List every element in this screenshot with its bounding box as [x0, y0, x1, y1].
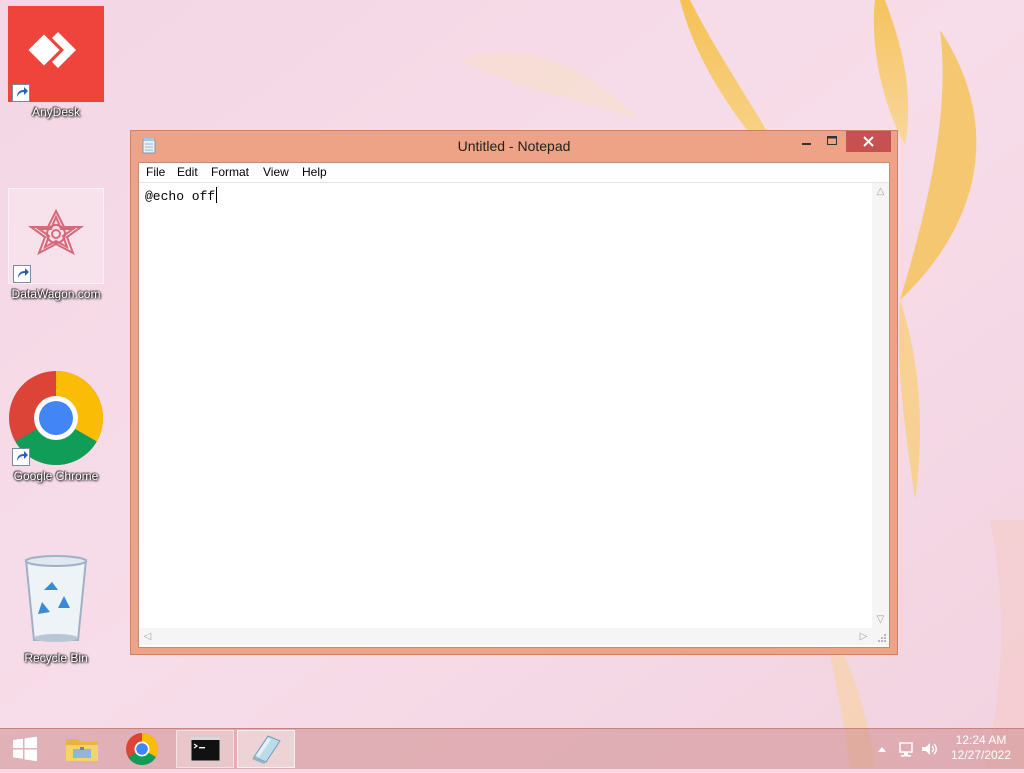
show-hidden-icons-button[interactable]	[876, 739, 888, 759]
shortcut-arrow-icon	[13, 265, 31, 283]
taskbar-command-prompt[interactable]	[176, 730, 234, 768]
menu-file[interactable]: File	[140, 163, 171, 182]
desktop-icon-datawagon[interactable]: DataWagon.com	[4, 188, 108, 301]
text-editor[interactable]: @echo off	[139, 183, 872, 628]
scroll-up-arrow-icon[interactable]: △	[872, 183, 889, 200]
taskbar-notepad[interactable]	[237, 730, 295, 768]
scroll-down-arrow-icon[interactable]: ▽	[872, 611, 889, 628]
text-caret	[216, 187, 218, 203]
close-button[interactable]	[846, 131, 891, 152]
chevron-up-icon	[878, 747, 886, 752]
scroll-right-arrow-icon[interactable]: ▷	[855, 628, 872, 645]
desktop-icon-label: Recycle Bin	[24, 651, 88, 665]
start-button[interactable]	[0, 730, 50, 768]
notepad-window[interactable]: Untitled - Notepad File Edit Format View…	[130, 130, 898, 655]
vertical-scrollbar[interactable]: △ ▽	[872, 183, 889, 628]
file-explorer-icon	[66, 739, 98, 761]
clock-time: 12:24 AM	[955, 733, 1007, 747]
shortcut-arrow-icon	[12, 84, 30, 102]
minimize-icon	[802, 143, 811, 145]
scroll-left-arrow-icon[interactable]: ◁	[139, 628, 156, 645]
resize-grip-icon	[878, 634, 886, 642]
tray-volume[interactable]	[920, 739, 938, 759]
menu-view[interactable]: View	[257, 163, 295, 182]
desktop-icon-label: AnyDesk	[31, 105, 81, 119]
editor-text: @echo off	[145, 189, 216, 204]
recycle-bin-icon	[24, 555, 88, 642]
tray-network[interactable]	[898, 739, 914, 759]
resize-grip[interactable]	[872, 628, 889, 645]
maximize-icon	[827, 136, 837, 145]
minimize-button[interactable]	[793, 131, 819, 152]
desktop-icon-google-chrome[interactable]: Google Chrome	[4, 370, 108, 483]
taskbar-clock[interactable]: 12:24 AM 12/27/2022	[944, 733, 1018, 763]
horizontal-scrollbar[interactable]: ◁ ▷	[139, 628, 872, 645]
menu-bar: File Edit Format View Help	[139, 163, 889, 183]
network-icon	[899, 742, 913, 757]
notepad-icon	[252, 735, 281, 764]
taskbar-google-chrome[interactable]	[116, 730, 168, 768]
desktop-icon-anydesk[interactable]: AnyDesk	[4, 6, 108, 119]
chrome-icon	[126, 732, 159, 766]
menu-edit[interactable]: Edit	[171, 163, 204, 182]
clock-date: 12/27/2022	[950, 748, 1012, 762]
windows-start-icon	[13, 736, 37, 762]
maximize-button[interactable]	[819, 131, 845, 152]
window-titlebar[interactable]: Untitled - Notepad	[131, 131, 897, 161]
notepad-client-area: File Edit Format View Help @echo off △ ▽…	[138, 162, 890, 648]
volume-icon	[922, 743, 937, 755]
window-title: Untitled - Notepad	[457, 138, 571, 154]
shortcut-arrow-icon	[12, 448, 30, 466]
command-prompt-icon	[190, 736, 221, 762]
menu-help[interactable]: Help	[296, 163, 333, 182]
desktop-icon-recycle-bin[interactable]: Recycle Bin	[4, 552, 108, 665]
desktop-icon-label: Google Chrome	[13, 469, 99, 483]
taskbar: 12:24 AM 12/27/2022	[0, 728, 1024, 769]
desktop-icon-label: DataWagon.com	[11, 287, 101, 301]
close-icon	[863, 136, 874, 147]
taskbar-file-explorer[interactable]	[56, 730, 108, 768]
menu-format[interactable]: Format	[205, 163, 255, 182]
